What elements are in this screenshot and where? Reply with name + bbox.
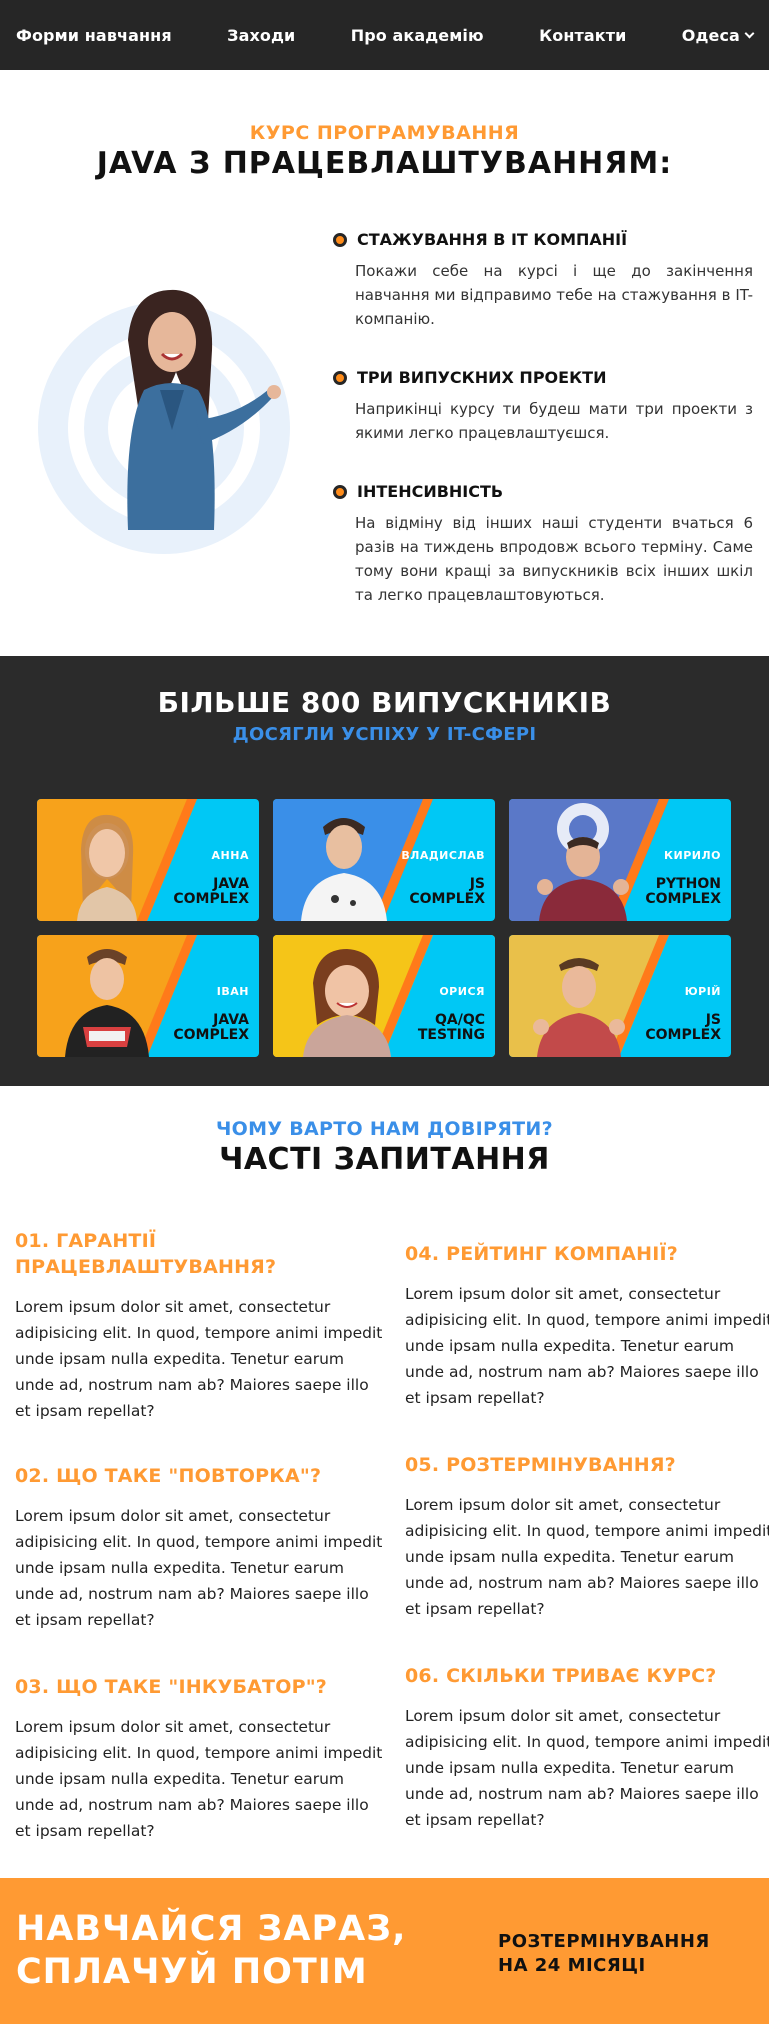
nav-about-link[interactable]: Про академію [351,26,484,45]
faq-answer: Lorem ipsum dolor sit amet, consectetur … [405,1496,769,1618]
graduate-course: PYTHON COMPLEX [645,876,721,907]
graduate-card[interactable]: ІВАН JAVA COMPLEX [37,935,259,1057]
bullet-icon [333,370,347,385]
faq-item: 02. ЩО ТАКЕ "ПОВТОРКА"? Lorem ipsum dolo… [15,1463,385,1633]
faq-answer: Lorem ipsum dolor sit amet, consectetur … [405,1707,769,1829]
hero-student-photo [36,280,296,560]
graduate-name: ОРИСЯ [439,985,485,998]
faq-item: 05. РОЗТЕРМІНУВАННЯ? Lorem ipsum dolor s… [405,1452,769,1622]
feature-title: ТРИ ВИПУСКНИХ ПРОЕКТИ [357,368,607,387]
faq-item: 06. СКІЛЬКИ ТРИВАЄ КУРС? Lorem ipsum dol… [405,1663,769,1833]
hero-subtitle: КУРС ПРОГРАМУВАННЯ [249,122,520,144]
graduates-title: БІЛЬШЕ 800 ВИПУСКНИКІВ [157,686,612,719]
faq-question: 02. ЩО ТАКЕ "ПОВТОРКА"? [15,1465,322,1487]
feature-text: На відміну від інших наші студенти вчать… [355,514,753,604]
faq-subtitle: ЧОМУ ВАРТО НАМ ДОВІРЯТИ? [216,1118,553,1140]
faq-question: 03. ЩО ТАКЕ "ІНКУБАТОР"? [15,1676,328,1698]
faq-question: 06. СКІЛЬКИ ТРИВАЄ КУРС? [405,1665,717,1687]
chevron-down-icon [744,28,755,38]
graduate-name: ЮРІЙ [684,985,721,998]
feature-projects: ТРИ ВИПУСКНИХ ПРОЕКТИ Наприкінці курсу т… [333,368,753,445]
nav-events-link[interactable]: Заходи [227,26,295,45]
graduate-card[interactable]: ОРИСЯ QA/QC TESTING [273,935,495,1057]
payment-banner: НАВЧАЙСЯ ЗАРАЗ, СПЛАЧУЙ ПОТІМ РОЗТЕРМІНУ… [0,1878,769,2024]
nav-forms-link[interactable]: Форми навчання [16,26,172,45]
faq-answer: Lorem ipsum dolor sit amet, consectetur … [15,1718,383,1840]
faq-answer: Lorem ipsum dolor sit amet, consectetur … [405,1285,769,1407]
graduate-name: АННА [211,849,249,862]
graduate-name: КИРИЛО [664,849,721,862]
faq-title: ЧАСТІ ЗАПИТАННЯ [219,1142,550,1177]
cta-headline-line1: НАВЧАЙСЯ ЗАРАЗ, [16,1909,407,1949]
bullet-icon [333,484,347,499]
city-dropdown[interactable]: Одеса [681,25,755,45]
installment-line1: РОЗТЕРМІНУВАННЯ [498,1931,710,1952]
graduate-card[interactable]: ЮРІЙ JS COMPLEX [509,935,731,1057]
graduate-name: ІВАН [216,985,249,998]
cta-headline: НАВЧАЙСЯ ЗАРАЗ, СПЛАЧУЙ ПОТІМ [16,1908,406,1994]
feature-title: ІНТЕНСИВНІСТЬ [357,482,504,501]
faq-question: 05. РОЗТЕРМІНУВАННЯ? [405,1454,676,1476]
faq-question: 01. ГАРАНТІЇ ПРАЦЕВЛАШТУВАННЯ? [15,1230,277,1278]
graduate-name: ВЛАДИСЛАВ [401,849,485,862]
graduate-card[interactable]: КИРИЛО PYTHON COMPLEX [509,799,731,921]
graduate-card[interactable]: АННА JAVA COMPLEX [37,799,259,921]
graduates-section: БІЛЬШЕ 800 ВИПУСКНИКІВ ДОСЯГЛИ УСПІХУ У … [0,656,769,1086]
bullet-icon [333,232,347,247]
feature-internship: СТАЖУВАННЯ В IT КОМПАНІЇ Покажи себе на … [333,230,753,331]
feature-text: Наприкінці курсу ти будеш мати три проек… [355,400,753,442]
faq-answer: Lorem ipsum dolor sit amet, consectetur … [15,1507,383,1629]
faq-answer: Lorem ipsum dolor sit amet, consectetur … [15,1298,383,1420]
nav-contacts-link[interactable]: Контакти [539,26,626,45]
installment-line2: НА 24 МІСЯЦІ [498,1955,646,1976]
faq-item: 04. РЕЙТИНГ КОМПАНІЇ? Lorem ipsum dolor … [405,1241,769,1411]
graduate-course: JAVA COMPLEX [173,1012,249,1043]
feature-title: СТАЖУВАННЯ В IT КОМПАНІЇ [357,230,628,249]
faq-item: 03. ЩО ТАКЕ "ІНКУБАТОР"? Lorem ipsum dol… [15,1674,385,1844]
feature-intensity: ІНТЕНСИВНІСТЬ На відміну від інших наші … [333,482,753,607]
cta-headline-line2: СПЛАЧУЙ ПОТІМ [16,1952,368,1992]
installment-note: РОЗТЕРМІНУВАННЯ НА 24 МІСЯЦІ [498,1930,710,1978]
graduates-subtitle: ДОСЯГЛИ УСПІХУ У IT-СФЕРІ [232,724,537,745]
faq-question: 04. РЕЙТИНГ КОМПАНІЇ? [405,1243,679,1265]
top-navigation: Форми навчання Заходи Про академію Конта… [0,0,769,70]
faq-item: 01. ГАРАНТІЇ ПРАЦЕВЛАШТУВАННЯ? Lorem ips… [15,1228,385,1424]
graduate-card[interactable]: ВЛАДИСЛАВ JS COMPLEX [273,799,495,921]
graduate-course: JS COMPLEX [409,876,485,907]
hero-title: JAVA З ПРАЦЕВЛАШТУВАННЯМ: [96,146,673,181]
graduate-course: QA/QC TESTING [417,1012,485,1043]
feature-text: Покажи себе на курсі і ще до закінчення … [355,262,753,328]
graduate-course: JS COMPLEX [645,1012,721,1043]
city-label: Одеса [681,25,740,45]
graduate-course: JAVA COMPLEX [173,876,249,907]
